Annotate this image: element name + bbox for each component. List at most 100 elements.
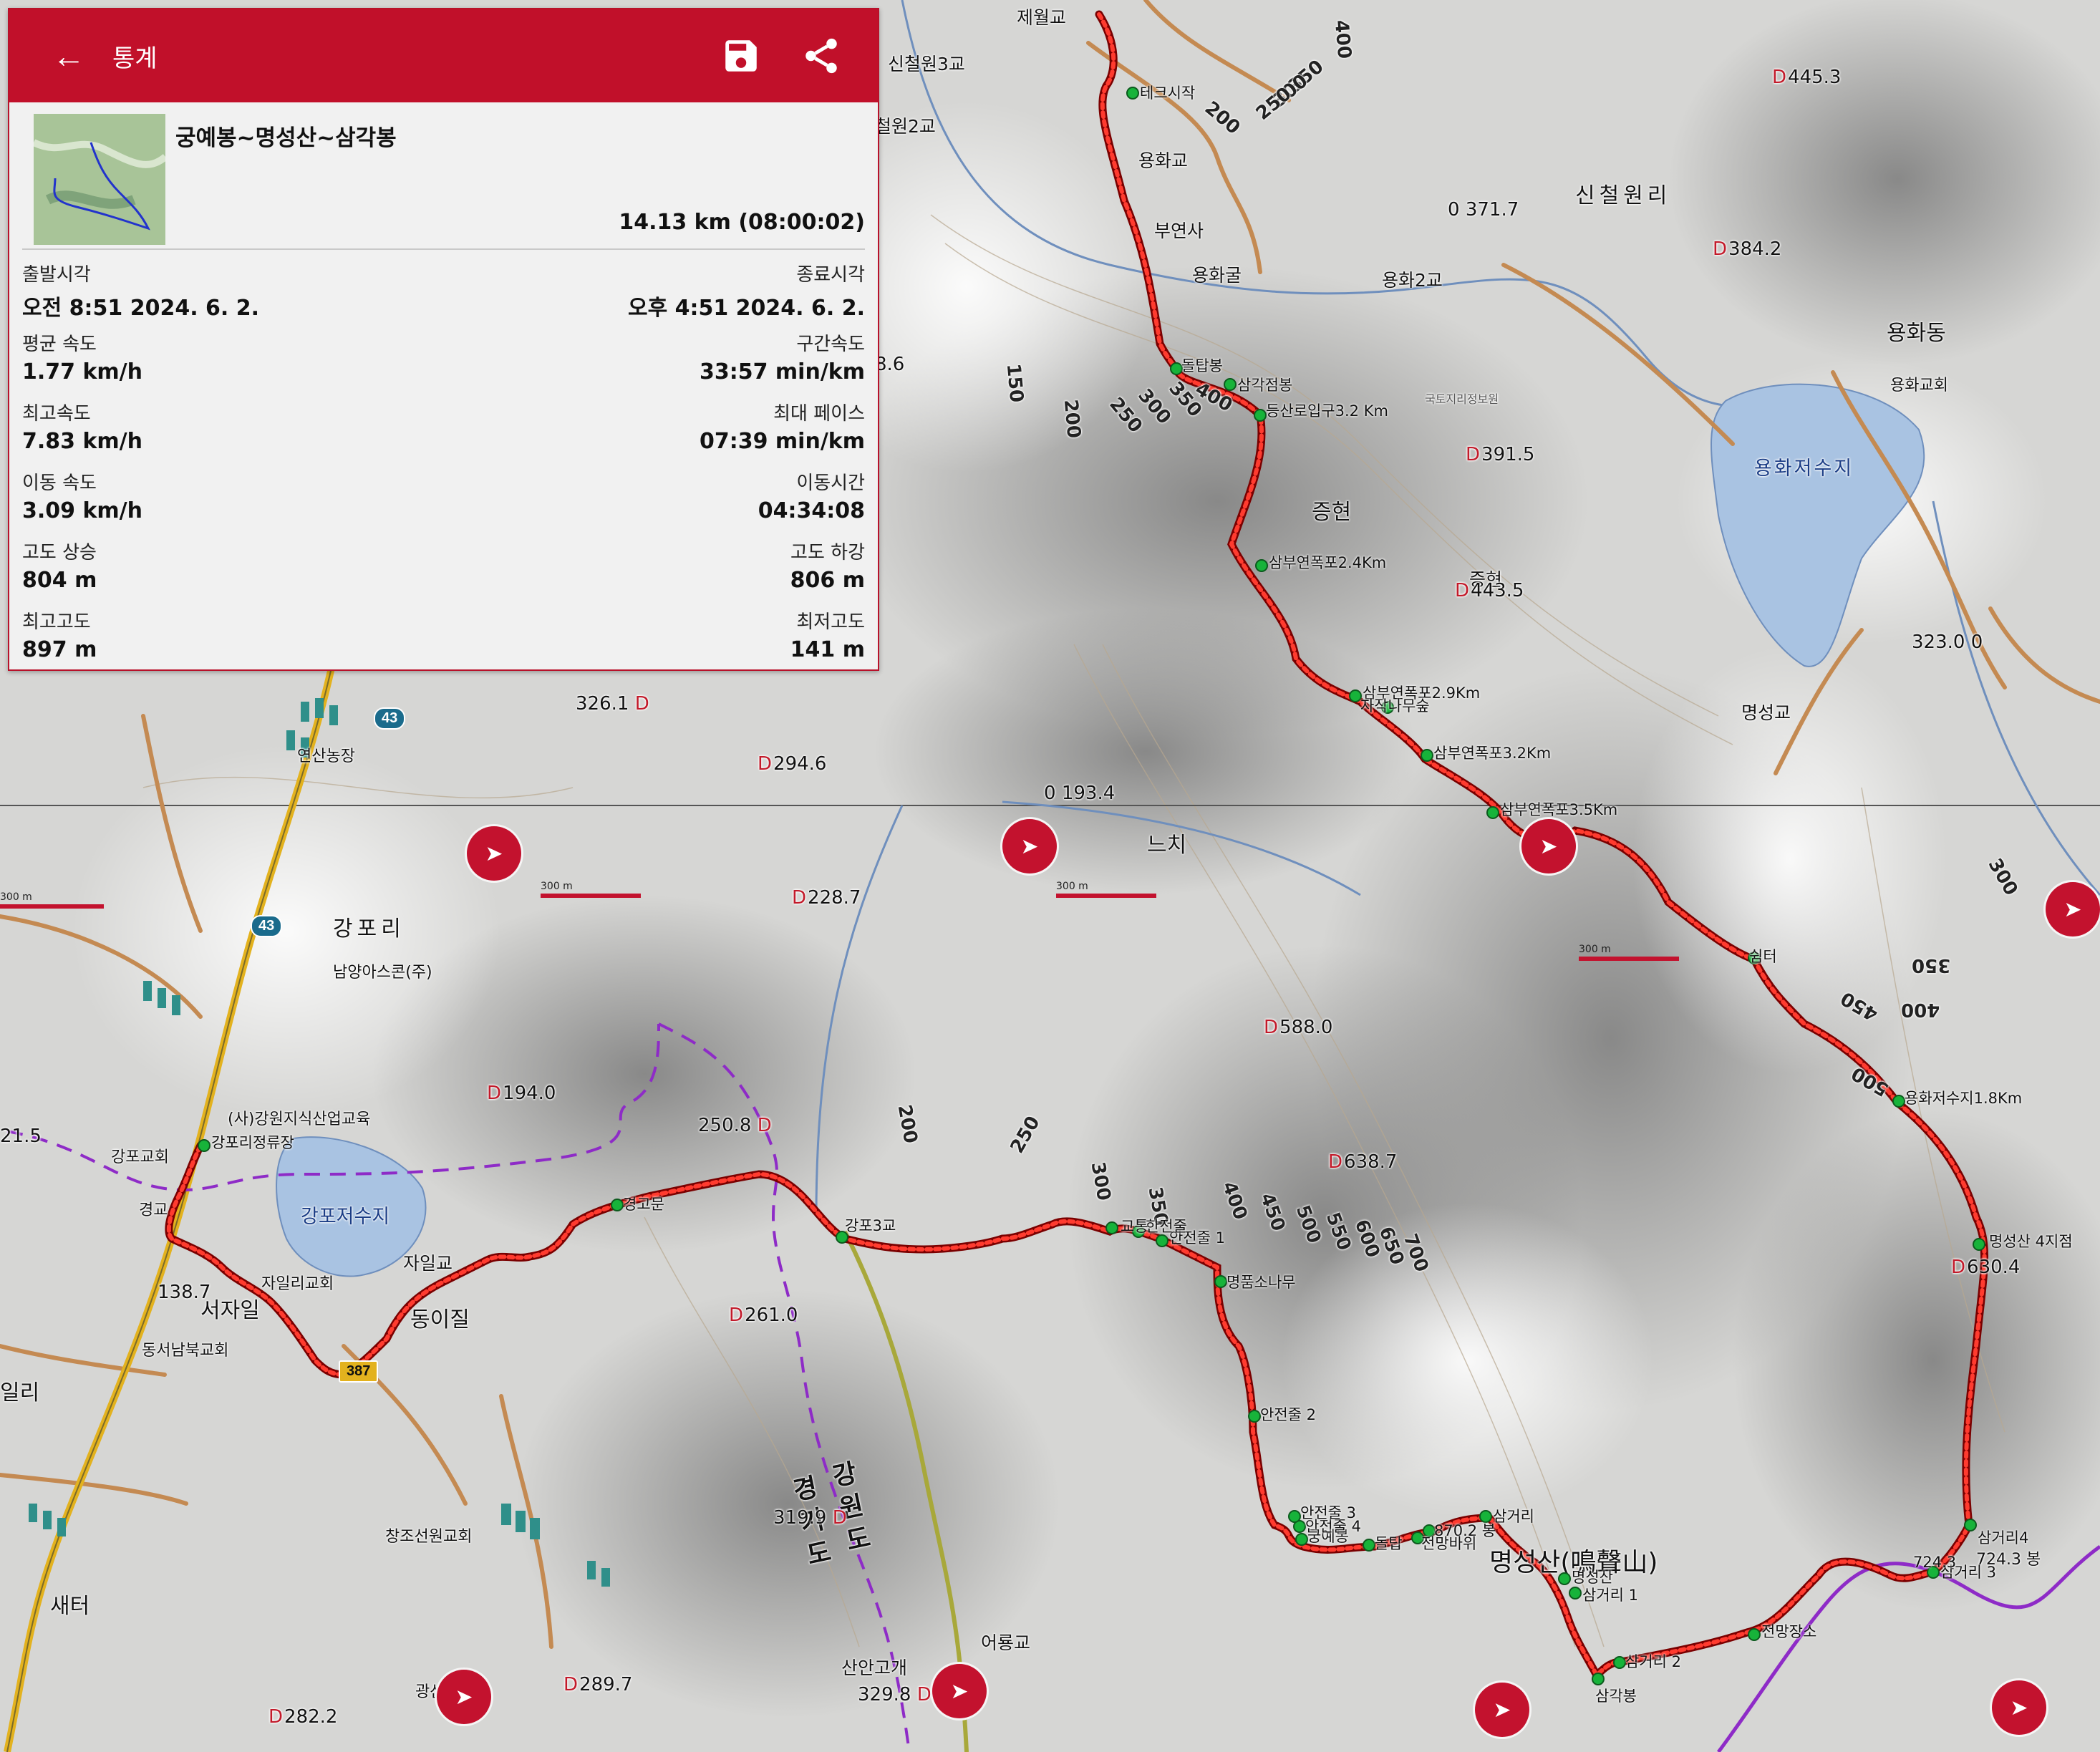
stats-row: 평균 속도 1.77 km/h 구간속도 33:57 min/km xyxy=(22,329,865,399)
place-ilri: 일리 xyxy=(0,1380,40,1405)
direction-marker-icon[interactable]: ➤ xyxy=(1521,819,1576,873)
waypoint-dot[interactable] xyxy=(611,1199,624,1211)
waypoint-dot[interactable] xyxy=(1964,1519,1977,1531)
track-header: 궁예봉~명성산~삼각봉 14.13 km (08:00:02) xyxy=(22,102,865,250)
elevation-label: 319.9 D xyxy=(773,1507,847,1529)
elevation-label: 0 193.4 xyxy=(1044,783,1116,804)
share-icon[interactable] xyxy=(800,35,842,77)
contour-label: 350 xyxy=(1912,954,1951,976)
end-time-label: 종료시각 xyxy=(796,264,865,286)
waypoint-dot[interactable] xyxy=(1288,1510,1301,1523)
direction-marker-icon[interactable]: ➤ xyxy=(2046,882,2100,937)
direction-marker-icon[interactable]: ➤ xyxy=(1002,819,1057,873)
place-yonghwa2gyo: 용화2교 xyxy=(1382,270,1443,291)
moving-speed-value: 3.09 km/h xyxy=(22,498,142,523)
place-sincheolwonri: 신철원리 xyxy=(1575,183,1672,208)
waypoint-dot[interactable] xyxy=(1748,1628,1761,1641)
contour-label: 400 xyxy=(1330,19,1355,60)
waypoint-dot[interactable] xyxy=(1592,1673,1605,1685)
waypoint-dot[interactable] xyxy=(1105,1221,1118,1234)
waypoint-dot[interactable] xyxy=(1421,749,1433,762)
track-distance-duration: 14.13 km (08:00:02) xyxy=(619,210,865,235)
moving-time-value: 04:34:08 xyxy=(758,498,865,523)
elevation-label: D443.5 xyxy=(1455,580,1524,601)
max-speed-value: 7.83 km/h xyxy=(22,429,142,454)
track-thumbnail[interactable] xyxy=(34,114,165,245)
waypoint-dot[interactable] xyxy=(1126,87,1139,100)
place-buyeonsa: 부연사 xyxy=(1154,221,1204,241)
waypoint-dot[interactable] xyxy=(1248,1410,1261,1423)
contour-label: 200 xyxy=(1059,398,1085,440)
track-name: 궁예봉~명성산~삼각봉 xyxy=(175,125,397,151)
waypoint-label: 테크시작 xyxy=(1140,84,1196,102)
panel-toolbar: ← 통계 xyxy=(9,9,878,102)
waypoint-dot[interactable] xyxy=(1973,1238,1985,1251)
waypoint-dot[interactable] xyxy=(198,1139,211,1152)
descent-value: 806 m xyxy=(790,568,865,593)
waypoint-dot[interactable] xyxy=(1486,806,1499,819)
stats-row: 최고속도 7.83 km/h 최대 페이스 07:39 min/km xyxy=(22,399,865,468)
waypoint-dot[interactable] xyxy=(1224,378,1237,391)
waypoint-label: 쉼터 xyxy=(1749,948,1777,965)
place-neuchi: 느치 xyxy=(1147,833,1187,858)
waypoint-dot[interactable] xyxy=(1363,1539,1375,1552)
waypoint-label: 전망바위 xyxy=(1421,1535,1477,1552)
waypoint-label: 삼부연폭포3.5Km xyxy=(1500,801,1618,818)
direction-marker-icon[interactable]: ➤ xyxy=(467,826,521,881)
waypoint-label: 명품소나무 xyxy=(1226,1274,1296,1291)
elevation-label: D294.6 xyxy=(758,753,827,775)
waypoint-dot[interactable] xyxy=(1255,559,1268,572)
place-jewolgyo: 제월교 xyxy=(1017,7,1067,28)
avg-speed-value: 1.77 km/h xyxy=(22,359,142,384)
waypoint-dot[interactable] xyxy=(1558,1572,1571,1585)
waypoint-dot[interactable] xyxy=(1214,1275,1227,1288)
waypoint-label: 삼부연폭포3.2Km xyxy=(1433,745,1552,762)
back-arrow-icon[interactable]: ← xyxy=(52,37,102,75)
elevation-label: D194.0 xyxy=(487,1083,556,1104)
place-yonghwareservoir: 용화저수지 xyxy=(1754,458,1854,480)
direction-marker-icon[interactable]: ➤ xyxy=(1992,1680,2046,1735)
waypoint-dot[interactable] xyxy=(1254,409,1267,422)
ascent-value: 804 m xyxy=(22,568,97,593)
elevation-label: D391.5 xyxy=(1466,444,1535,465)
place-sincheolwon2gyo: 철원2교 xyxy=(875,116,936,137)
waypoint-dot[interactable] xyxy=(1569,1587,1582,1599)
max-altitude-label: 최고고도 xyxy=(22,611,91,633)
save-icon[interactable] xyxy=(720,35,762,77)
elevation-label: D445.3 xyxy=(1772,67,1842,88)
elevation-label: D261.0 xyxy=(729,1305,798,1326)
waypoint-label: 명성산 4지점 xyxy=(1989,1233,2073,1250)
waypoint-label: 명성산 xyxy=(1572,1569,1613,1586)
waypoint-label: 경고문 xyxy=(623,1196,664,1213)
road-43-shield: 43 xyxy=(374,707,406,730)
waypoint-label: 안전줄 2 xyxy=(1260,1406,1316,1423)
waypoint-dot[interactable] xyxy=(1892,1095,1905,1108)
place-gangpo-church: 강포교회 xyxy=(111,1148,169,1166)
max-pace-value: 07:39 min/km xyxy=(699,429,865,454)
waypoint-label: 안전줄 3 xyxy=(1300,1504,1356,1521)
place-gyeonggyo: 경교 xyxy=(139,1201,168,1219)
waypoint-label: 돌탑 xyxy=(1375,1535,1403,1552)
place-yonghwagul: 용화굴 xyxy=(1192,265,1242,286)
stats-list: 출발시각 오전 8:51 2024. 6. 2. 종료시각 오후 4:51 20… xyxy=(22,260,865,677)
elevation-label: D630.4 xyxy=(1951,1257,2021,1278)
elevation-label: D289.7 xyxy=(563,1674,633,1695)
elevation-label: D638.7 xyxy=(1328,1151,1398,1173)
direction-marker-icon[interactable]: ➤ xyxy=(437,1670,491,1724)
elevation-label: D588.0 xyxy=(1264,1017,1333,1038)
direction-marker-icon[interactable]: ➤ xyxy=(932,1664,987,1718)
place-sanan: 산안고개 xyxy=(841,1657,908,1678)
waypoint-dot[interactable] xyxy=(1613,1656,1626,1669)
place-jail-church: 자일리교회 xyxy=(261,1275,334,1293)
scale-bar: 300 m xyxy=(0,891,104,909)
stats-row: 출발시각 오전 8:51 2024. 6. 2. 종료시각 오후 4:51 20… xyxy=(22,260,865,329)
place-gangwon-edu: (사)강원지식산업교육 xyxy=(228,1110,371,1128)
waypoint-label: 삼각봉 xyxy=(1595,1688,1637,1705)
moving-time-label: 이동시간 xyxy=(796,473,865,494)
elevation-label: 21.5 xyxy=(0,1126,42,1147)
waypoint-label: 한전줄 xyxy=(1146,1218,1187,1235)
end-time-value: 오후 4:51 2024. 6. 2. xyxy=(627,296,865,321)
waypoint-label: 강포리정류장 xyxy=(211,1134,294,1151)
direction-marker-icon[interactable]: ➤ xyxy=(1475,1683,1529,1737)
place-gangpo-reservoir: 강포저수지 xyxy=(301,1206,390,1228)
